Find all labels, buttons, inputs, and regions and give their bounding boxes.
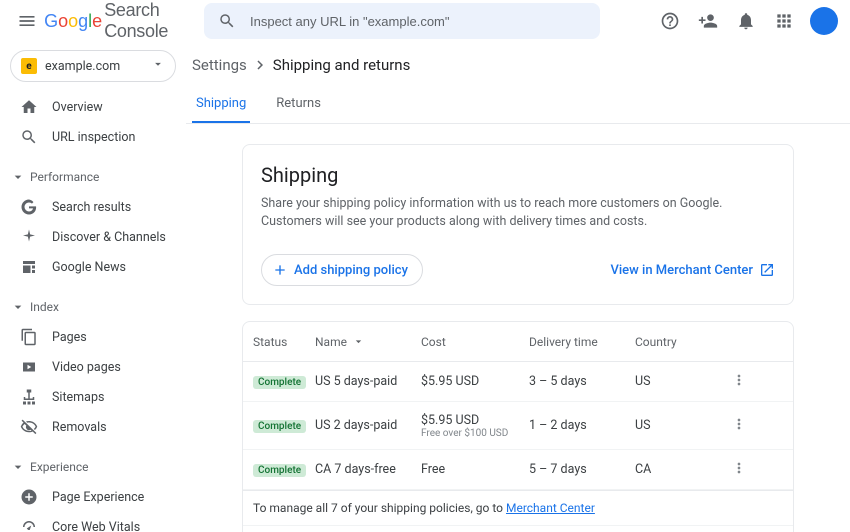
nav-discover[interactable]: Discover & Channels [0,222,186,252]
speed-icon [20,518,38,532]
col-delivery[interactable]: Delivery time [529,335,635,349]
view-merchant-center-link[interactable]: View in Merchant Center [610,262,775,278]
card-desc-2: Customers will see your products along w… [261,213,775,231]
cell-delivery: 3 – 5 days [529,374,635,389]
search-input[interactable] [248,13,592,30]
apps-button[interactable] [766,3,802,39]
col-cost[interactable]: Cost [421,335,529,349]
breadcrumb-settings[interactable]: Settings [192,56,247,74]
col-name[interactable]: Name [315,335,421,349]
menu-button[interactable] [12,3,42,39]
nav-page-experience[interactable]: Page Experience [0,482,186,512]
visibility-off-icon [20,418,38,436]
notifications-button[interactable] [728,3,764,39]
url-inspect-search[interactable] [204,3,600,39]
menu-icon [17,11,37,31]
cell-name: US 5 days-paid [315,374,421,389]
chevron-down-icon [10,169,26,185]
cell-delivery: 1 – 2 days [529,418,635,433]
help-button[interactable] [652,3,688,39]
card-desc-1: Share your shipping policy information w… [261,195,775,213]
cell-cost: Free [421,462,529,477]
apps-icon [774,11,794,31]
row-menu-button[interactable] [731,416,753,436]
users-button[interactable] [690,3,726,39]
arrow-down-icon [352,335,365,348]
nav-pages[interactable]: Pages [0,322,186,352]
nav-url-inspection[interactable]: URL inspection [0,122,186,152]
nav-group-index[interactable]: Index [0,292,186,322]
product-name: Search Console [104,0,198,42]
google-logo: Google [44,11,102,32]
tab-shipping[interactable]: Shipping [192,86,250,123]
tab-returns[interactable]: Returns [272,86,325,123]
status-badge: Complete [253,420,306,433]
table-footer-note: To manage all 7 of your shipping policie… [243,490,793,525]
property-favicon: e [21,58,37,74]
chevron-down-icon [10,459,26,475]
more-vert-icon [731,460,747,476]
nav-overview[interactable]: Overview [0,92,186,122]
breadcrumb-current: Shipping and returns [273,56,411,74]
search-icon [20,128,38,146]
asterisk-icon [20,228,38,246]
merchant-center-link[interactable]: Merchant Center [506,501,595,515]
chevron-right-icon [251,56,269,74]
search-icon [218,12,236,30]
tabs: Shipping Returns [186,86,850,124]
sitemap-icon [20,388,38,406]
bell-icon [736,11,756,31]
sidebar: e example.com Overview URL inspection Pe… [0,42,186,532]
table-row[interactable]: Complete CA 7 days-free Free 5 – 7 days … [243,450,793,490]
video-icon [20,358,38,376]
cell-country: US [635,418,731,433]
shipping-table: Status Name Cost Delivery time Country C… [242,321,794,532]
chevron-down-icon [10,299,26,315]
nav-group-experience[interactable]: Experience [0,452,186,482]
card-title: Shipping [261,163,775,187]
nav-sitemaps[interactable]: Sitemaps [0,382,186,412]
cell-cost: $5.95 USD [421,374,529,389]
breadcrumb: Settings Shipping and returns [192,42,850,82]
account-avatar[interactable] [810,7,838,35]
col-country[interactable]: Country [635,335,731,349]
circle-plus-icon [20,488,38,506]
cell-country: US [635,374,731,389]
cell-name: CA 7 days-free [315,462,421,477]
google-g-icon [20,198,38,216]
add-shipping-policy-button[interactable]: Add shipping policy [261,254,423,286]
cell-delivery: 5 – 7 days [529,462,635,477]
property-selector[interactable]: e example.com [10,50,176,82]
cell-cost: $5.95 USD Free over $100 USD [421,413,529,439]
product-logo[interactable]: Google Search Console [44,0,198,42]
nav-group-performance[interactable]: Performance [0,162,186,192]
nav-video-pages[interactable]: Video pages [0,352,186,382]
chevron-down-icon [151,57,165,71]
nav-google-news[interactable]: Google News [0,252,186,282]
pages-icon [20,328,38,346]
row-menu-button[interactable] [731,372,753,392]
row-menu-button[interactable] [731,460,753,480]
nav-search-results[interactable]: Search results [0,192,186,222]
plus-icon [272,262,288,278]
table-row[interactable]: Complete US 5 days-paid $5.95 USD 3 – 5 … [243,362,793,402]
home-icon [20,98,38,116]
cell-country: CA [635,462,731,477]
users-icon [698,11,718,31]
table-row[interactable]: Complete US 2 days-paid $5.95 USD Free o… [243,402,793,450]
help-icon [660,11,680,31]
open-in-new-icon [759,262,775,278]
news-icon [20,258,38,276]
status-badge: Complete [253,376,306,389]
property-domain: example.com [45,59,120,74]
shipping-card: Shipping Share your shipping policy info… [242,144,794,305]
nav-removals[interactable]: Removals [0,412,186,442]
cell-name: US 2 days-paid [315,418,421,433]
more-vert-icon [731,372,747,388]
pagination: Rows per page: 500 1-3 of 3 [243,525,793,532]
col-status[interactable]: Status [253,335,315,349]
status-badge: Complete [253,464,306,477]
more-vert-icon [731,416,747,432]
nav-core-web-vitals[interactable]: Core Web Vitals [0,512,186,532]
